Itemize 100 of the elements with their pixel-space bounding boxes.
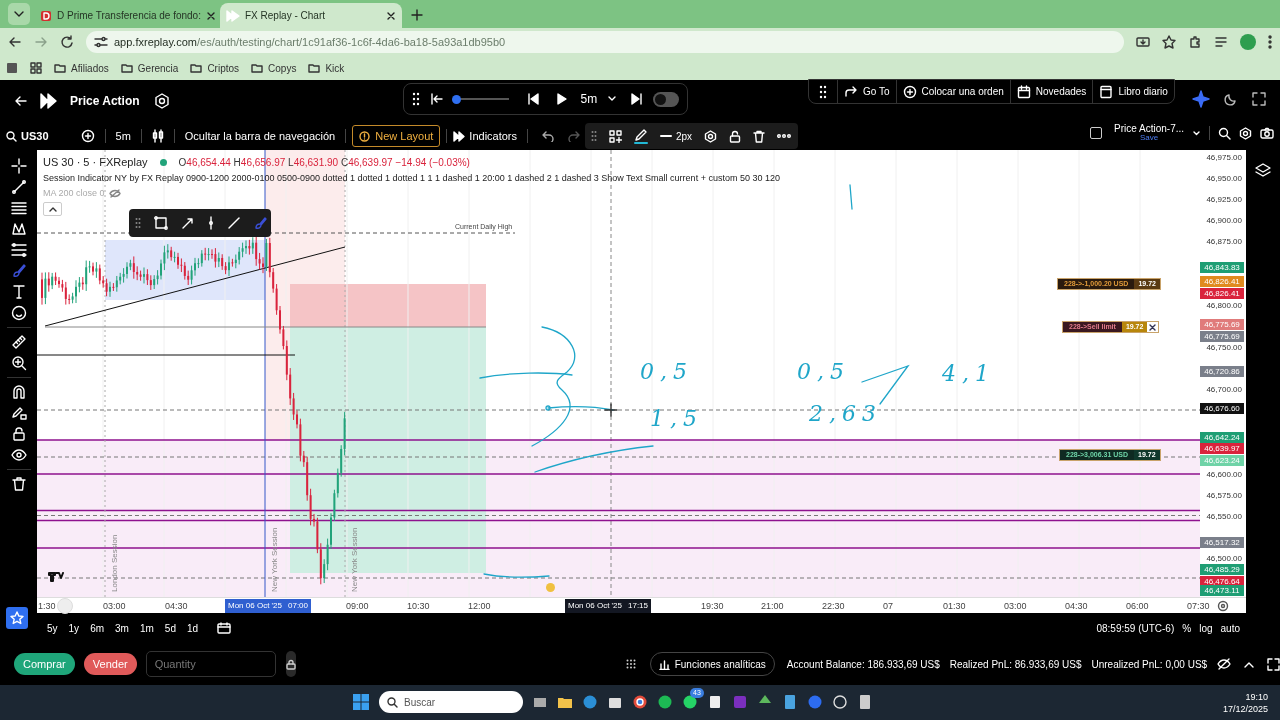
- close-icon[interactable]: [205, 10, 216, 21]
- settings-icon[interactable]: [704, 129, 718, 143]
- toggle-switch[interactable]: [653, 91, 679, 107]
- settings-icon[interactable]: [153, 93, 170, 109]
- range-button[interactable]: 1y: [68, 620, 80, 636]
- zoom-icon[interactable]: [1218, 126, 1232, 140]
- quantity-field[interactable]: Quantity: [145, 651, 276, 677]
- profile-avatar[interactable]: [1240, 34, 1256, 50]
- grid-dots-icon[interactable]: [625, 659, 636, 669]
- notepad-icon[interactable]: [782, 694, 798, 710]
- step-back-icon[interactable]: [526, 93, 539, 105]
- toolbar-action-button[interactable]: Novedades: [1009, 80, 1093, 103]
- browser-tab[interactable]: FX Replay - Chart: [220, 3, 402, 28]
- range-button[interactable]: 3m: [115, 620, 129, 636]
- cards-app-icon[interactable]: [707, 694, 723, 710]
- pencil-color-icon[interactable]: [634, 128, 648, 144]
- date-range-icon[interactable]: [217, 622, 232, 634]
- range-button[interactable]: 1m: [139, 620, 154, 636]
- settings-icon[interactable]: [1239, 126, 1253, 140]
- close-icon[interactable]: [386, 10, 396, 21]
- line-width-button[interactable]: 2px: [660, 128, 693, 144]
- lock-button[interactable]: [285, 651, 296, 677]
- sparkle-icon[interactable]: [1192, 90, 1210, 108]
- scroll-handle[interactable]: [57, 598, 73, 614]
- collapse-legend-button[interactable]: [43, 202, 62, 216]
- range-button[interactable]: 5y: [47, 620, 58, 636]
- more-icon[interactable]: [1268, 35, 1272, 49]
- interval-button[interactable]: 5m: [115, 127, 131, 145]
- layout-name[interactable]: Price Action-7...: [1114, 124, 1185, 134]
- camera-icon[interactable]: [1260, 127, 1275, 139]
- checkbox[interactable]: [1090, 127, 1102, 139]
- indicators-button[interactable]: Indicators: [453, 127, 518, 145]
- taskbar-search[interactable]: Buscar: [379, 691, 523, 713]
- back-icon[interactable]: [8, 35, 22, 49]
- close-order-button[interactable]: [1147, 322, 1159, 332]
- browser-tab[interactable]: D Prime Transferencia de fondo:: [34, 3, 216, 28]
- zoom-in-icon[interactable]: [10, 355, 27, 371]
- lock-icon[interactable]: [10, 426, 27, 442]
- install-icon[interactable]: [1136, 35, 1150, 49]
- range-button[interactable]: 1d: [186, 620, 199, 636]
- range-button[interactable]: 6m: [90, 620, 105, 636]
- bookmark-folder[interactable]: Criptos: [190, 60, 240, 76]
- play-icon[interactable]: [554, 93, 567, 105]
- hide-eye-icon[interactable]: [1217, 658, 1232, 670]
- reading-list-icon[interactable]: [1214, 35, 1228, 49]
- trend-line[interactable]: [44, 246, 346, 327]
- hidden-eye-icon[interactable]: [108, 189, 121, 199]
- eye-icon[interactable]: [10, 447, 27, 463]
- template-icon[interactable]: [609, 129, 622, 143]
- scale-option[interactable]: auto: [1220, 620, 1240, 636]
- layers-icon[interactable]: [1255, 162, 1271, 178]
- apps-grid-icon[interactable]: [6, 62, 18, 74]
- time-settings-icon[interactable]: [1217, 600, 1229, 612]
- drag-handle-icon[interactable]: [591, 130, 597, 142]
- candles-icon[interactable]: [151, 129, 164, 143]
- new-layout-button[interactable]: New Layout: [352, 125, 441, 147]
- pattern-icon[interactable]: [10, 221, 27, 237]
- address-bar[interactable]: app.fxreplay.com/es/auth/testing/chart/1c91af36-1c6f-4da6-ba18-5a93a1db95b0: [86, 31, 1124, 53]
- crosshair-icon[interactable]: [10, 158, 27, 174]
- scale-option[interactable]: %: [1182, 620, 1192, 636]
- timeframe-select[interactable]: 5m: [580, 90, 598, 108]
- back-icon[interactable]: [14, 94, 28, 108]
- sell-button[interactable]: Vender: [83, 653, 137, 675]
- undo-icon[interactable]: [542, 130, 555, 142]
- extensions-icon[interactable]: [1188, 35, 1202, 49]
- toolbar-action-button[interactable]: Go To: [837, 80, 896, 103]
- bookmark-star-icon[interactable]: [1162, 35, 1176, 49]
- browser-icon[interactable]: [582, 694, 598, 710]
- vertical-line-tool-icon[interactable]: [208, 216, 214, 230]
- toolbar-action-button[interactable]: Colocar una orden: [895, 80, 1010, 103]
- slider-thumb[interactable]: [452, 94, 462, 104]
- horizontal-lines-icon[interactable]: [10, 200, 27, 216]
- line-tool-icon[interactable]: [227, 216, 241, 230]
- redo-icon[interactable]: [568, 130, 581, 142]
- bookmark-folder[interactable]: Afiliados: [54, 60, 109, 76]
- ruler-icon[interactable]: [10, 334, 27, 350]
- toolbar-action-button[interactable]: Libro diario: [1092, 80, 1174, 103]
- range-button[interactable]: 5d: [164, 620, 176, 636]
- tab-groups-icon[interactable]: [30, 62, 42, 74]
- hide-navigation-button[interactable]: Ocultar la barra de navegación: [184, 127, 336, 145]
- favorites-button[interactable]: [6, 607, 28, 629]
- scale-option[interactable]: log: [1199, 620, 1213, 636]
- rectangle-tool-icon[interactable]: [154, 216, 168, 230]
- bookmark-folder[interactable]: Copys: [251, 60, 297, 76]
- trend-line-icon[interactable]: [10, 179, 27, 195]
- trash-icon[interactable]: [10, 476, 27, 492]
- pencil-lock-icon[interactable]: [10, 405, 27, 421]
- more-icon[interactable]: [777, 134, 792, 138]
- step-forward-icon[interactable]: [631, 93, 644, 105]
- bookmark-folder[interactable]: Gerencia: [120, 60, 179, 76]
- emoji-icon[interactable]: [10, 305, 27, 321]
- drag-handle-icon[interactable]: [819, 84, 827, 99]
- lock-icon[interactable]: [729, 129, 742, 143]
- reload-icon[interactable]: [60, 35, 74, 49]
- calculator-icon[interactable]: [857, 694, 873, 710]
- brush-icon[interactable]: [10, 263, 27, 279]
- brush-icon[interactable]: [254, 216, 268, 230]
- fullscreen-icon[interactable]: [1252, 92, 1266, 106]
- text-tool-icon[interactable]: [10, 284, 27, 300]
- chevron-up-icon[interactable]: [1243, 660, 1256, 668]
